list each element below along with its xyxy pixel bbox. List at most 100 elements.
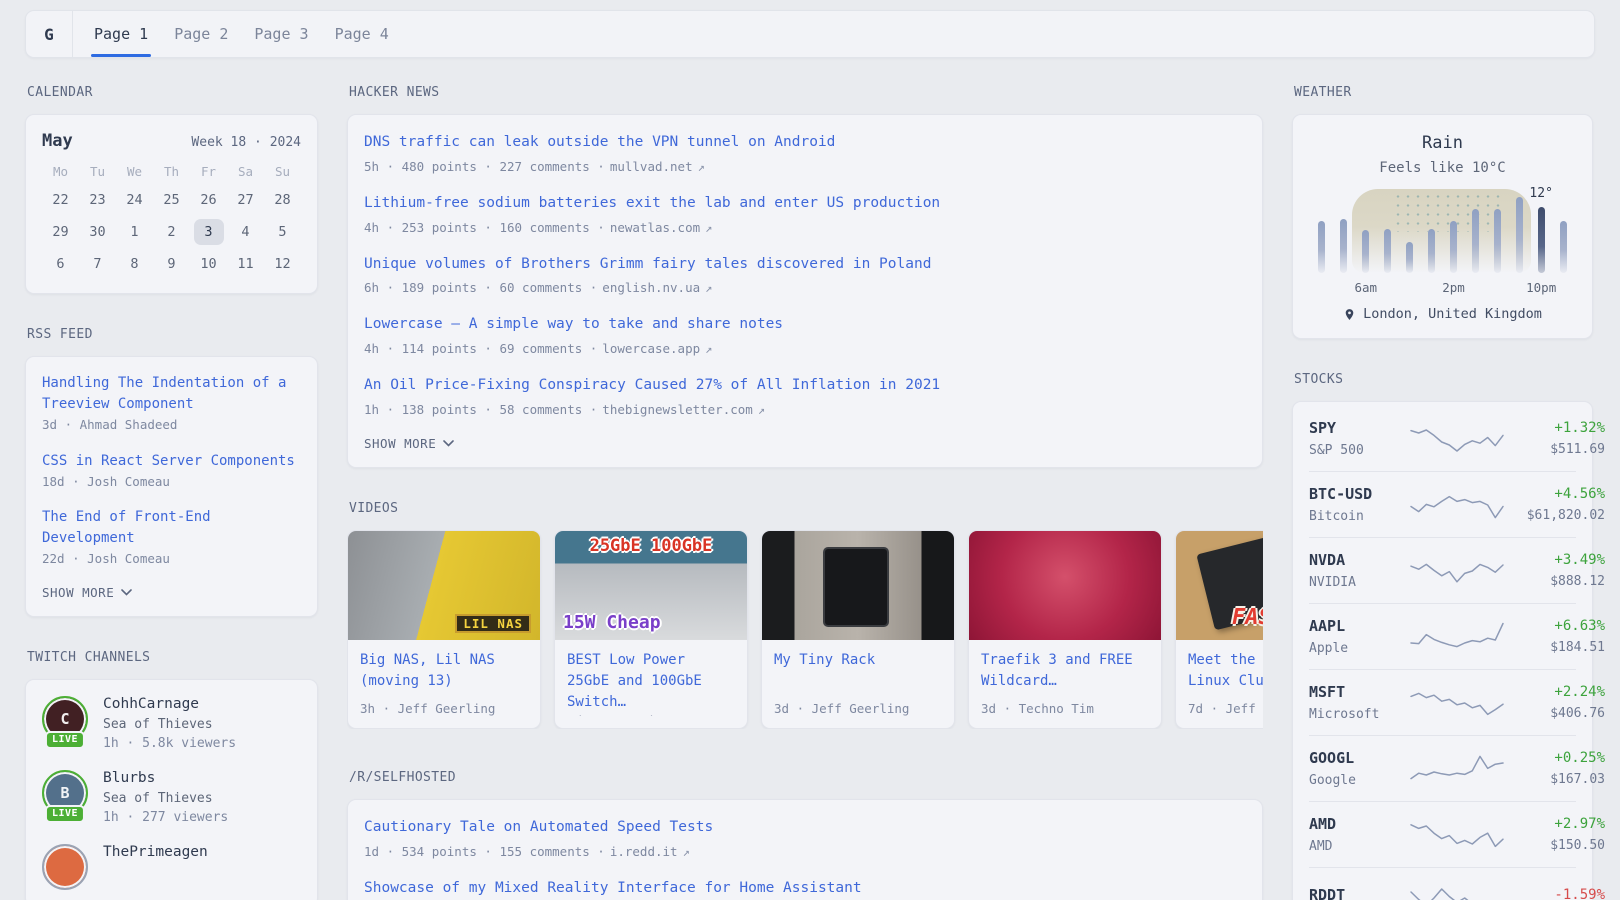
stock-id: MSFT Microsoft (1309, 683, 1409, 722)
video-thumbnail[interactable] (969, 531, 1161, 640)
twitch-meta: 1h · 5.8k viewers (103, 736, 236, 751)
hn-item-domain[interactable]: thebignewsletter.com (602, 402, 753, 417)
app-logo[interactable]: G (26, 11, 73, 57)
calendar-day: 30 (83, 219, 113, 245)
stocks-card: SPY S&P 500 +1.32% $511.69 BTC-USD Bitco… (1292, 401, 1593, 900)
weather-bar-highlighted (1538, 207, 1545, 273)
weather-time-label: 6am (1355, 280, 1378, 295)
avatar-letter: B (60, 784, 69, 802)
hn-item-link[interactable]: DNS traffic can leak outside the VPN tun… (364, 132, 835, 154)
twitch-avatar[interactable]: B LIVE (42, 770, 88, 816)
video-info: Big NAS, Lil NAS (moving 13) 3h · Jeff G… (348, 640, 540, 728)
weather-card: Rain Feels like 10°C 6am2pm12°10pm Londo… (1292, 114, 1593, 339)
weekday-label: We (127, 164, 142, 179)
videos-row: LIL NAS Big NAS, Lil NAS (moving 13) 3h … (347, 530, 1263, 729)
calendar-day: 2 (157, 219, 187, 245)
rss-item-link[interactable]: The End of Front-End Development (42, 507, 301, 549)
reddit-widget: /R/SELFHOSTED Cautionary Tale on Automat… (347, 770, 1263, 900)
stock-row[interactable]: MSFT Microsoft +2.24% $406.76 (1309, 669, 1576, 735)
twitch-channel-link[interactable]: ThePrimeagen (103, 844, 208, 860)
hn-item-domain[interactable]: english.nv.ua (602, 280, 700, 295)
tab-page-1[interactable]: Page 1 (94, 11, 148, 57)
stock-values: +6.63% $184.51 (1505, 618, 1605, 655)
dashboard-page: G Page 1 Page 2 Page 3 Page 4 CALENDAR M… (0, 0, 1620, 900)
video-title-link[interactable]: Meet the Linux Clu (1188, 650, 1263, 692)
reddit-item-link[interactable]: Showcase of my Mixed Reality Interface f… (364, 878, 862, 900)
stock-sparkline (1409, 620, 1505, 654)
video-title-link[interactable]: Traefik 3 and FREE Wildcard… (981, 650, 1149, 692)
video-thumbnail[interactable]: LIL NAS (348, 531, 540, 640)
thumbnail-overlay-text: 25GbE 100GbE (555, 536, 747, 556)
weather-bar-slot: 2pm (1443, 189, 1465, 295)
hn-item-domain[interactable]: mullvad.net (610, 159, 693, 174)
stock-price: $167.03 (1505, 772, 1605, 787)
rss-show-more-button[interactable]: SHOW MORE (42, 585, 132, 600)
weather-bar-slot (1421, 189, 1443, 295)
stock-row[interactable]: NVDA NVIDIA +3.49% $888.12 (1309, 537, 1576, 603)
stock-values: +2.97% $150.50 (1505, 816, 1605, 853)
stock-name: Google (1309, 773, 1409, 788)
stock-row[interactable]: SPY S&P 500 +1.32% $511.69 (1309, 406, 1576, 471)
stock-symbol: RDDT (1309, 886, 1409, 900)
hn-item-domain[interactable]: newatlas.com (610, 220, 700, 235)
calendar-day: 4 (231, 219, 261, 245)
stock-row[interactable]: AAPL Apple +6.63% $184.51 (1309, 603, 1576, 669)
calendar-day: 29 (46, 219, 76, 245)
rss-item-link[interactable]: CSS in React Server Components (42, 451, 295, 472)
video-thumbnail[interactable] (762, 531, 954, 640)
reddit-item-domain[interactable]: i.redd.it (610, 844, 678, 859)
stock-sparkline (1409, 881, 1505, 900)
calendar-widget-title: CALENDAR (27, 85, 318, 100)
weather-condition: Rain (1309, 133, 1576, 153)
video-title-link[interactable]: BEST Low Power 25GbE and 100GbE Switch… (567, 650, 735, 713)
stock-values: +3.49% $888.12 (1505, 552, 1605, 589)
stock-id: AAPL Apple (1309, 617, 1409, 656)
rss-item: CSS in React Server Components 18d · Jos… (42, 450, 301, 492)
rss-item-meta: 22d · Josh Comeau (42, 549, 301, 569)
video-title-link[interactable]: My Tiny Rack (774, 650, 942, 671)
hn-item-meta: 4h · 114 points · 69 comments · (364, 339, 597, 359)
video-thumbnail[interactable]: FAS (1176, 531, 1263, 640)
twitch-channel-link[interactable]: Blurbs (103, 770, 228, 786)
navbar: G Page 1 Page 2 Page 3 Page 4 (25, 10, 1595, 58)
hn-item-link[interactable]: Unique volumes of Brothers Grimm fairy t… (364, 254, 931, 276)
calendar-day: 27 (231, 187, 261, 213)
stock-symbol: AAPL (1309, 617, 1409, 635)
video-card[interactable]: LIL NAS Big NAS, Lil NAS (moving 13) 3h … (347, 530, 541, 729)
hn-item-domain[interactable]: lowercase.app (602, 341, 700, 356)
video-card[interactable]: My Tiny Rack 3d · Jeff Geerling (761, 530, 955, 729)
video-card[interactable]: FAS Meet the Linux Clu 7d · Jeff Geerlin… (1175, 530, 1263, 729)
hn-item-link[interactable]: An Oil Price-Fixing Conspiracy Caused 27… (364, 375, 940, 397)
weather-time-label: 2pm (1442, 280, 1465, 295)
stock-row[interactable]: GOOGL Google +0.25% $167.03 (1309, 735, 1576, 801)
video-thumbnail[interactable]: 25GbE 100GbE 15W Cheap (555, 531, 747, 640)
tab-page-3[interactable]: Page 3 (254, 11, 308, 57)
twitch-channel-link[interactable]: CohhCarnage (103, 696, 236, 712)
reddit-widget-title: /R/SELFHOSTED (349, 770, 1263, 785)
twitch-avatar[interactable]: C LIVE (42, 696, 88, 742)
video-card[interactable]: Traefik 3 and FREE Wildcard… 3d · Techno… (968, 530, 1162, 729)
stock-row[interactable]: BTC-USD Bitcoin +4.56% $61,820.02 (1309, 471, 1576, 537)
hackernews-card: DNS traffic can leak outside the VPN tun… (347, 114, 1263, 468)
twitch-avatar[interactable] (42, 844, 88, 890)
rss-widget: RSS FEED Handling The Indentation of a T… (25, 327, 318, 617)
reddit-item-link[interactable]: Cautionary Tale on Automated Speed Tests (364, 817, 713, 839)
video-card[interactable]: 25GbE 100GbE 15W Cheap BEST Low Power 25… (554, 530, 748, 729)
hn-item-link[interactable]: Lowercase – A simple way to take and sha… (364, 314, 783, 336)
rss-item: Handling The Indentation of a Treeview C… (42, 373, 301, 435)
weather-bar (1384, 229, 1391, 273)
stock-name: S&P 500 (1309, 443, 1409, 458)
external-link-icon: ↗ (705, 281, 712, 295)
weather-bar (1406, 242, 1413, 273)
stock-row[interactable]: AMD AMD +2.97% $150.50 (1309, 801, 1576, 867)
stock-row[interactable]: RDDT -1.59% (1309, 867, 1576, 900)
hn-show-more-button[interactable]: SHOW MORE (364, 436, 454, 451)
tab-page-4[interactable]: Page 4 (335, 11, 389, 57)
show-more-label: SHOW MORE (42, 585, 114, 600)
rss-item-link[interactable]: Handling The Indentation of a Treeview C… (42, 373, 301, 415)
video-title-link[interactable]: Big NAS, Lil NAS (moving 13) (360, 650, 528, 692)
tab-page-2[interactable]: Page 2 (174, 11, 228, 57)
weather-bar (1494, 209, 1501, 273)
hn-item-link[interactable]: Lithium-free sodium batteries exit the l… (364, 193, 940, 215)
video-meta: 3h · Jeff Geerling (360, 701, 528, 716)
